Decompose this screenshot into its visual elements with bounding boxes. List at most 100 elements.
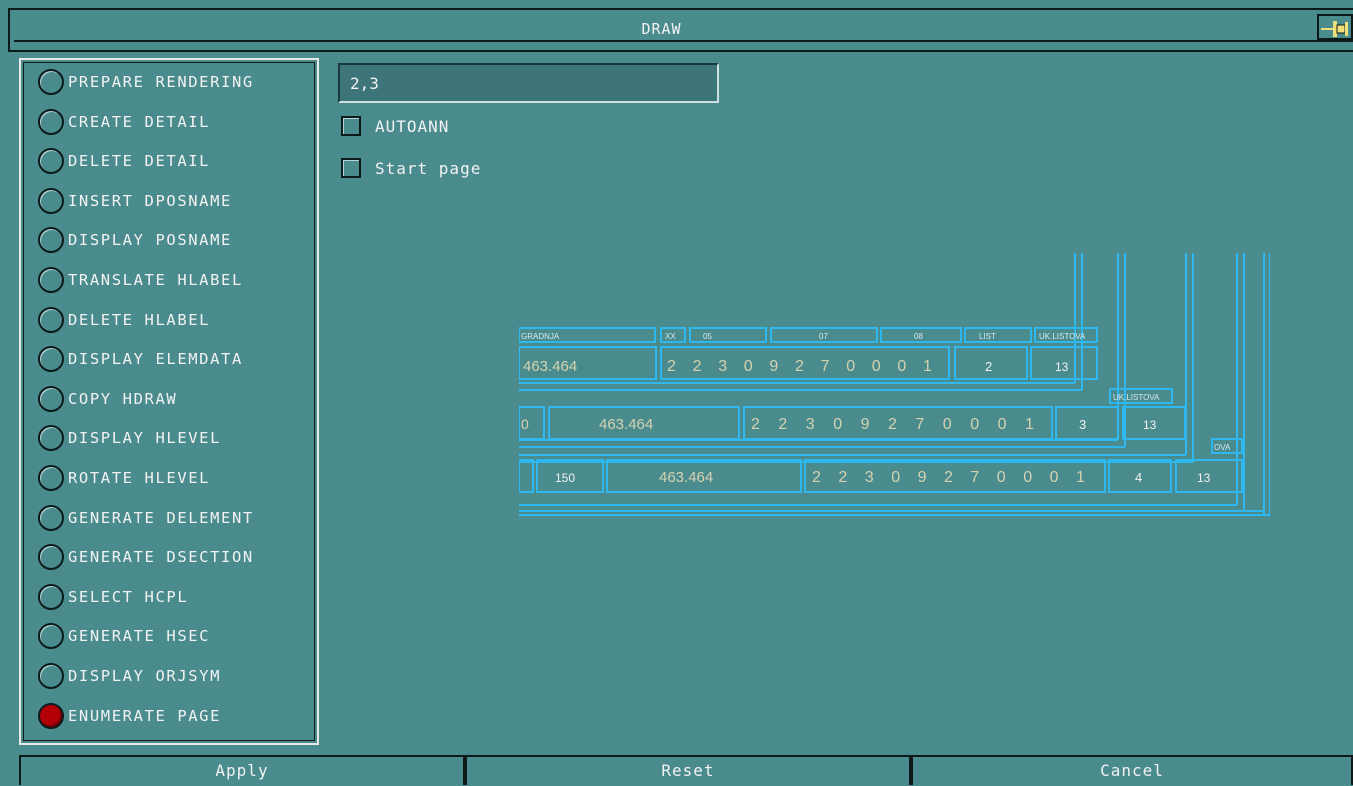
option-generate-hsec[interactable]: GENERATE HSEC (38, 621, 210, 651)
preview-digit: 7 (970, 469, 979, 486)
page-range-input[interactable]: 2,3 (338, 63, 719, 103)
option-create-detail[interactable]: CREATE DETAIL (38, 107, 210, 137)
preview-digit: 0 (1023, 469, 1032, 486)
option-generate-delement[interactable]: GENERATE DELEMENT (38, 503, 254, 533)
preview-header-cell: 07 (819, 332, 828, 341)
option-display-elemdata[interactable]: DISPLAY ELEMDATA (38, 344, 243, 374)
option-label: INSERT DPOSNAME (68, 191, 232, 210)
option-generate-dsection[interactable]: GENERATE DSECTION (38, 542, 254, 572)
preview-digit: 0 (872, 358, 881, 375)
preview-digit: 0 (744, 358, 753, 375)
preview-digit: 2 (751, 416, 760, 433)
preview-digit: 0 (970, 416, 979, 433)
radio-button[interactable] (38, 306, 64, 333)
preview-digit: 7 (915, 416, 924, 433)
title-separator (14, 40, 1353, 42)
preview-sheet-number: 4 (1135, 470, 1142, 485)
option-select-hcpl[interactable]: SELECT HCPL (38, 582, 188, 612)
start-page-label: Start page (375, 158, 482, 178)
option-label: ROTATE HLEVEL (68, 469, 211, 487)
radio-button[interactable] (38, 346, 64, 373)
draw-window: DRAW PREPARE RENDERING CREATE DETAIL DELET… (0, 0, 1353, 786)
apply-button[interactable]: Apply (19, 755, 465, 785)
preview-sheet-number: 2 (985, 359, 992, 374)
preview-total-sheets: 13 (1143, 418, 1157, 432)
option-label: GENERATE DELEMENT (68, 508, 254, 527)
option-rotate-hlevel[interactable]: ROTATE HLEVEL (38, 463, 210, 493)
preview-digit: 1 (923, 358, 932, 375)
radio-button[interactable] (38, 465, 64, 491)
autoann-label: AUTOANN (375, 116, 450, 136)
radio-button[interactable] (38, 544, 64, 571)
option-copy-hdraw[interactable]: COPY HDRAW (38, 384, 177, 414)
radio-button[interactable] (38, 583, 64, 610)
preview-digit: 0 (833, 416, 842, 433)
option-translate-hlabel[interactable]: TRANSLATE HLABEL (38, 265, 243, 295)
window-title: DRAW (641, 20, 682, 38)
option-label: PREPARE RENDERING (68, 73, 254, 91)
radio-button[interactable] (38, 663, 64, 689)
preview-code-text: 463.464 (599, 416, 653, 433)
pin-button[interactable] (1317, 14, 1353, 40)
option-display-orjsym[interactable]: DISPLAY ORJSYM (38, 661, 221, 691)
option-enumerate-page[interactable]: ENUMERATE PAGE (38, 701, 221, 731)
option-label: GENERATE HSEC (68, 627, 211, 646)
preview-digit: 0 (1050, 469, 1059, 486)
radio-button[interactable] (38, 69, 64, 95)
autoann-box[interactable] (341, 116, 361, 136)
preview-digit: 0 (846, 358, 855, 375)
preview-digit: 2 (944, 469, 953, 486)
option-display-posname[interactable]: DISPLAY POSNAME (38, 225, 232, 255)
preview-digit: 2 (778, 416, 787, 433)
option-label: TRANSLATE HLABEL (68, 271, 243, 289)
title-block-preview: GRADNJA XX 05 07 08 LIST UK.LISTOVA463.464 2 2 3 0… (519, 253, 1270, 517)
preview-digit: 7 (821, 358, 830, 375)
preview-digit: 1 (1076, 469, 1085, 486)
preview-digit: 2 (838, 469, 847, 486)
radio-button[interactable] (38, 623, 64, 650)
preview-digit: 2 (812, 469, 821, 486)
option-insert-dposname[interactable]: INSERT DPOSNAME (38, 186, 232, 216)
cancel-button[interactable]: Cancel (911, 755, 1353, 785)
preview-digit: 0 (897, 358, 906, 375)
title-bar: DRAW (8, 8, 1353, 52)
option-label: DISPLAY ORJSYM (68, 667, 222, 685)
preview-total-sheets: 13 (1197, 471, 1211, 485)
start-page-checkbox[interactable]: Start page (341, 156, 481, 180)
option-label: DISPLAY ELEMDATA (68, 350, 243, 369)
radio-button[interactable] (38, 148, 64, 175)
pin-icon (1321, 21, 1348, 37)
option-delete-hlabel[interactable]: DELETE HLABEL (38, 305, 210, 335)
radio-button[interactable] (38, 504, 64, 531)
preview-digit: 1 (1025, 416, 1034, 433)
options-list: PREPARE RENDERING CREATE DETAIL DELETE DET… (23, 62, 315, 741)
preview-total-sheets: 13 (1055, 360, 1069, 374)
preview-digit: 0 (891, 469, 900, 486)
preview-digit: 0 (997, 469, 1006, 486)
option-label: DISPLAY POSNAME (68, 231, 232, 250)
options-panel: PREPARE RENDERING CREATE DETAIL DELETE DET… (19, 58, 319, 745)
radio-button[interactable] (38, 267, 64, 293)
radio-button[interactable] (38, 227, 64, 254)
radio-button[interactable] (38, 385, 64, 412)
preview-header-cell: LIST (979, 332, 996, 341)
preview-digit: 0 (943, 416, 952, 433)
reset-button[interactable]: Reset (465, 755, 911, 785)
radio-button[interactable] (38, 425, 64, 452)
button-bar: Apply Reset Cancel (0, 753, 1353, 786)
preview-digit: 9 (861, 416, 870, 433)
preview-digit: 0 (998, 416, 1007, 433)
preview-digit: 2 (667, 358, 676, 375)
preview-header-cell: GRADNJA (521, 332, 560, 341)
option-delete-detail[interactable]: DELETE DETAIL (38, 146, 210, 176)
option-prepare-rendering[interactable]: PREPARE RENDERING (38, 67, 254, 97)
radio-button[interactable] (38, 187, 64, 214)
option-display-hlevel[interactable]: DISPLAY HLEVEL (38, 423, 221, 453)
radio-button[interactable] (38, 108, 64, 135)
start-page-box[interactable] (341, 158, 361, 178)
preview-digit: 2 (795, 358, 804, 375)
radio-button[interactable] (38, 702, 64, 729)
preview-digit: 9 (769, 358, 778, 375)
preview-lead-text: 0 (521, 416, 529, 432)
autoann-checkbox[interactable]: AUTOANN (341, 114, 449, 138)
